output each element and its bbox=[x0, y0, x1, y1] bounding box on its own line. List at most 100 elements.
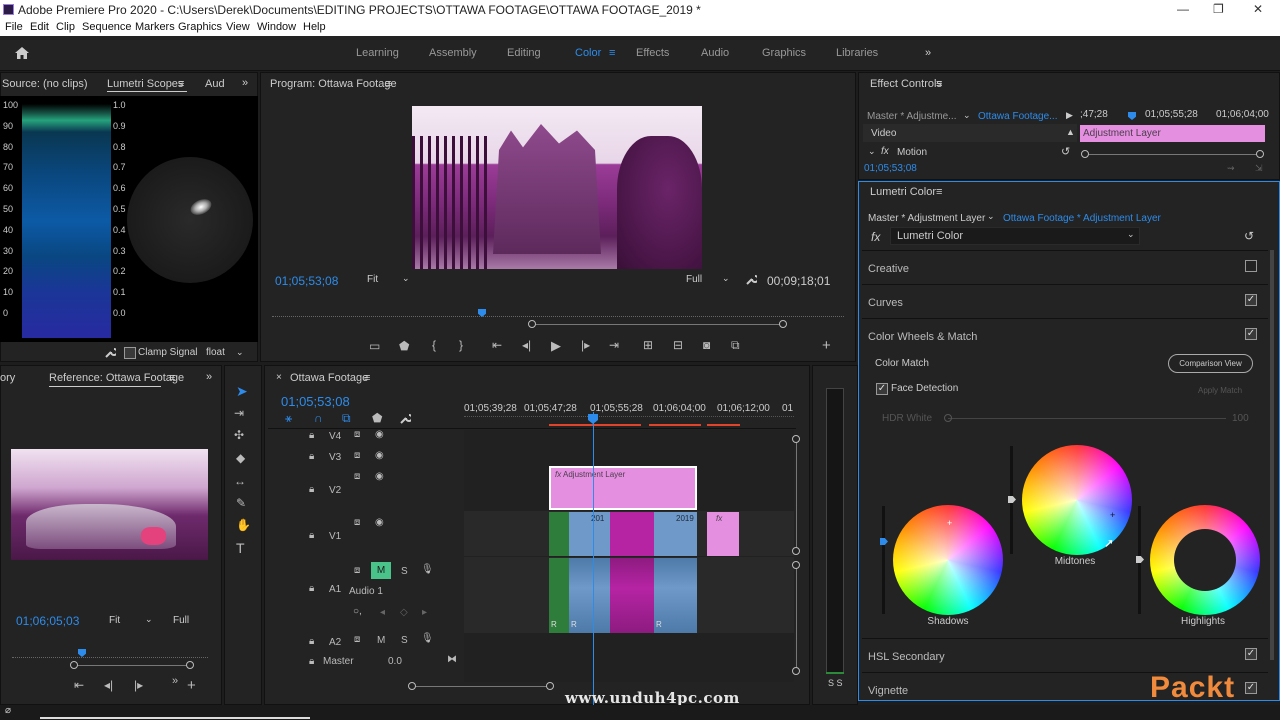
section-creative[interactable]: Creative bbox=[868, 263, 909, 275]
section-curves[interactable]: Curves bbox=[868, 297, 903, 309]
lock-icon[interactable]: 🔒︎ bbox=[309, 583, 314, 594]
scroll-handle-right[interactable] bbox=[546, 682, 554, 690]
eye-icon[interactable]: ◉ bbox=[375, 429, 384, 440]
clamp-signal-checkbox[interactable] bbox=[124, 347, 136, 359]
razor-tool-icon[interactable]: ◆ bbox=[236, 452, 245, 464]
sync-lock-icon[interactable]: ⧈ bbox=[354, 471, 360, 482]
mute-button[interactable]: M bbox=[377, 635, 385, 646]
overflow-icon[interactable]: » bbox=[172, 676, 178, 687]
audio-clip[interactable]: R bbox=[549, 558, 569, 633]
comparison-view-icon[interactable]: ⧉ bbox=[731, 339, 740, 351]
video-clip[interactable] bbox=[549, 512, 569, 556]
menu-edit[interactable]: Edit bbox=[30, 21, 49, 33]
lock-icon[interactable]: 🔒︎ bbox=[309, 484, 314, 495]
microphone-icon[interactable]: 🎙︎ bbox=[421, 633, 434, 644]
ec-adjustment-clip[interactable]: Adjustment Layer bbox=[1080, 125, 1265, 142]
mute-button[interactable]: M bbox=[371, 562, 391, 579]
scroll-handle[interactable] bbox=[792, 561, 800, 569]
panel-overflow-icon[interactable]: » bbox=[206, 371, 212, 383]
fx-icon[interactable]: fx bbox=[881, 146, 889, 157]
step-back-icon[interactable]: ◂| bbox=[104, 679, 113, 691]
creative-checkbox[interactable] bbox=[1245, 260, 1257, 272]
menu-file[interactable]: File bbox=[5, 21, 23, 33]
lift-icon[interactable]: ⊞ bbox=[643, 339, 653, 351]
add-keyframe-icon[interactable]: ◇ bbox=[400, 607, 408, 618]
fx-icon[interactable]: fx bbox=[871, 230, 880, 244]
audio-clip-2019[interactable]: R bbox=[654, 558, 697, 633]
step-forward-icon[interactable]: |▸ bbox=[134, 679, 143, 691]
scroll-handle-left[interactable] bbox=[408, 682, 416, 690]
chevron-down-icon[interactable]: ⌄ bbox=[722, 273, 730, 284]
menu-window[interactable]: Window bbox=[257, 21, 296, 33]
ec-timecode[interactable]: 01;05;53;08 bbox=[864, 163, 917, 174]
step-back-icon[interactable]: ◂| bbox=[522, 339, 531, 351]
keyframe-icon[interactable]: ○, bbox=[353, 606, 362, 617]
menu-markers[interactable]: Markers bbox=[135, 21, 175, 33]
video-clip-2019[interactable]: 2019 bbox=[654, 512, 697, 556]
wheel-puck[interactable]: + bbox=[947, 518, 952, 528]
reset-icon[interactable]: ↺ bbox=[1244, 229, 1254, 243]
go-to-in-icon[interactable]: ⇤ bbox=[492, 339, 502, 351]
program-fit-select[interactable]: Fit bbox=[367, 274, 378, 285]
toggle-safe-margins-icon[interactable]: ▭ bbox=[369, 340, 380, 352]
program-zoom-bar[interactable] bbox=[532, 324, 784, 325]
lock-icon[interactable]: 🔒︎ bbox=[309, 451, 314, 462]
sync-lock-icon[interactable]: ⧈ bbox=[354, 450, 360, 461]
snap-icon[interactable]: ∩ bbox=[314, 412, 323, 424]
home-icon[interactable] bbox=[14, 46, 30, 60]
panel-menu-icon[interactable]: ≡ bbox=[169, 372, 175, 384]
face-detection-checkbox[interactable]: ✓ bbox=[876, 383, 888, 395]
comparison-view-button[interactable]: Comparison View bbox=[1168, 354, 1253, 373]
step-forward-icon[interactable]: |▸ bbox=[581, 339, 590, 351]
panel-menu-icon[interactable]: ≡ bbox=[178, 78, 184, 90]
maximize-button[interactable]: ❐ bbox=[1213, 2, 1224, 16]
menu-view[interactable]: View bbox=[226, 21, 250, 33]
workspace-effects[interactable]: Effects bbox=[636, 47, 669, 59]
panel-menu-icon[interactable]: ≡ bbox=[936, 78, 942, 90]
zoom-handle-right[interactable] bbox=[186, 661, 194, 669]
chevron-down-icon[interactable]: ⌄ bbox=[868, 146, 876, 157]
tab-audio[interactable]: Aud bbox=[205, 78, 225, 90]
adjustment-layer-clip[interactable]: fx Adjustment Layer bbox=[549, 466, 697, 510]
chevron-down-icon[interactable]: ⌄ bbox=[963, 110, 971, 121]
next-keyframe-icon[interactable]: ▸ bbox=[422, 607, 427, 618]
hand-tool-icon[interactable]: ✋ bbox=[236, 519, 251, 531]
video-clip-pink[interactable]: fx bbox=[707, 512, 739, 556]
ec-filter-icon[interactable]: ⇝ bbox=[1227, 163, 1235, 174]
mark-out-icon[interactable]: } bbox=[459, 339, 463, 351]
lock-icon[interactable]: 🔒︎ bbox=[309, 530, 314, 541]
program-full-select[interactable]: Full bbox=[686, 274, 702, 285]
scroll-handle[interactable] bbox=[792, 667, 800, 675]
video-vertical-scrollbar[interactable] bbox=[796, 439, 797, 551]
workspace-libraries[interactable]: Libraries bbox=[836, 47, 878, 59]
go-to-end-icon[interactable]: ⧓ bbox=[447, 654, 457, 665]
timeline-ruler[interactable] bbox=[464, 416, 794, 422]
panel-menu-icon[interactable]: ≡ bbox=[364, 372, 370, 384]
ec-export-icon[interactable]: ⇲ bbox=[1255, 163, 1263, 174]
prev-keyframe-icon[interactable]: ◂ bbox=[380, 607, 385, 618]
hdr-white-slider[interactable] bbox=[948, 418, 1226, 419]
eye-icon[interactable]: ◉ bbox=[375, 517, 384, 528]
ripple-edit-tool-icon[interactable]: ✣ bbox=[234, 429, 244, 441]
workspace-menu-icon[interactable]: ≡ bbox=[609, 47, 615, 59]
sync-lock-icon[interactable]: ⧈ bbox=[354, 634, 360, 645]
audio-clip-magenta[interactable] bbox=[610, 558, 654, 633]
zoom-handle-right[interactable] bbox=[779, 320, 787, 328]
scroll-handle[interactable] bbox=[792, 435, 800, 443]
add-button-icon[interactable]: + bbox=[187, 678, 196, 693]
chevron-down-icon[interactable]: ⌄ bbox=[1127, 229, 1135, 240]
ec-master-clip[interactable]: Master * Adjustme... bbox=[867, 111, 956, 122]
lock-icon[interactable]: 🔒︎ bbox=[309, 430, 314, 441]
add-marker-icon[interactable]: ⬟ bbox=[372, 412, 382, 424]
mark-in-icon[interactable]: { bbox=[432, 339, 436, 351]
chevron-down-icon[interactable]: ⌄ bbox=[236, 347, 244, 358]
menu-help[interactable]: Help bbox=[303, 21, 326, 33]
workspace-color[interactable]: Color bbox=[575, 47, 601, 59]
go-to-out-icon[interactable]: ⇥ bbox=[609, 339, 619, 351]
panel-menu-icon[interactable]: ≡ bbox=[385, 78, 391, 90]
hsl-checkbox[interactable]: ✓ bbox=[1245, 648, 1257, 660]
play-icon[interactable]: ▶ bbox=[1066, 110, 1073, 121]
close-button[interactable]: ✕ bbox=[1253, 2, 1263, 16]
section-color-wheels-match[interactable]: Color Wheels & Match bbox=[868, 331, 977, 343]
sync-lock-icon[interactable]: ⧈ bbox=[354, 565, 360, 576]
